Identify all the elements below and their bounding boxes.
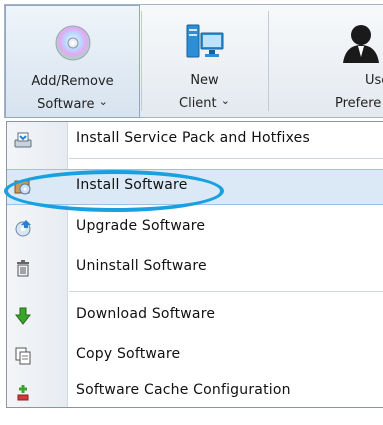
menu-item-label: Install Service Pack and Hotfixes <box>76 130 310 146</box>
ribbon-toolbar: Add/Remove Software ⌄ New Client ⌄ Us Pr… <box>4 4 383 118</box>
download-arrow-icon <box>14 307 32 325</box>
chevron-down-icon: ⌄ <box>220 94 230 107</box>
install-software-icon <box>14 178 32 196</box>
menu-separator <box>69 291 383 292</box>
computer-icon <box>185 23 225 65</box>
menu-item-install-service-pack[interactable]: Install Service Pack and Hotfixes <box>7 123 383 157</box>
add-remove-software-button[interactable]: Add/Remove Software ⌄ <box>5 5 140 118</box>
ribbon-label-line2: Client <box>179 96 217 111</box>
chevron-down-icon: ⌄ <box>98 95 108 108</box>
menu-item-software-cache-configuration[interactable]: Software Cache Configuration <box>7 375 383 409</box>
menu-item-uninstall-software[interactable]: Uninstall Software <box>7 251 383 285</box>
disc-icon <box>54 24 92 66</box>
ribbon-label-line2: Software <box>37 97 95 112</box>
ribbon-label-line2: Prefere <box>335 96 382 111</box>
new-client-button[interactable]: New Client ⌄ <box>142 5 267 118</box>
menu-item-install-software[interactable]: Install Software <box>7 169 383 205</box>
user-icon <box>341 23 381 67</box>
menu-item-label: Install Software <box>76 177 188 193</box>
ribbon-label-line1: Add/Remove <box>31 74 114 89</box>
menu-item-label: Download Software <box>76 306 216 322</box>
install-service-pack-icon <box>14 131 32 149</box>
ribbon-label-line1: New <box>190 73 219 88</box>
menu-separator <box>69 158 383 159</box>
menu-item-label: Copy Software <box>76 346 181 362</box>
upgrade-software-icon <box>14 219 32 237</box>
menu-item-upgrade-software[interactable]: Upgrade Software <box>7 211 383 245</box>
trash-icon <box>14 259 32 277</box>
copy-icon <box>14 347 32 365</box>
menu-item-download-software[interactable]: Download Software <box>7 299 383 333</box>
user-preferences-button[interactable]: Use Prefere <box>269 5 383 118</box>
menu-item-label: Software Cache Configuration <box>76 382 291 398</box>
cache-config-icon <box>14 383 32 401</box>
menu-item-copy-software[interactable]: Copy Software <box>7 339 383 373</box>
menu-item-label: Upgrade Software <box>76 218 206 234</box>
ribbon-label-line1: Use <box>365 73 383 88</box>
software-dropdown-menu: Install Service Pack and Hotfixes Instal… <box>6 121 383 408</box>
menu-item-label: Uninstall Software <box>76 258 207 274</box>
